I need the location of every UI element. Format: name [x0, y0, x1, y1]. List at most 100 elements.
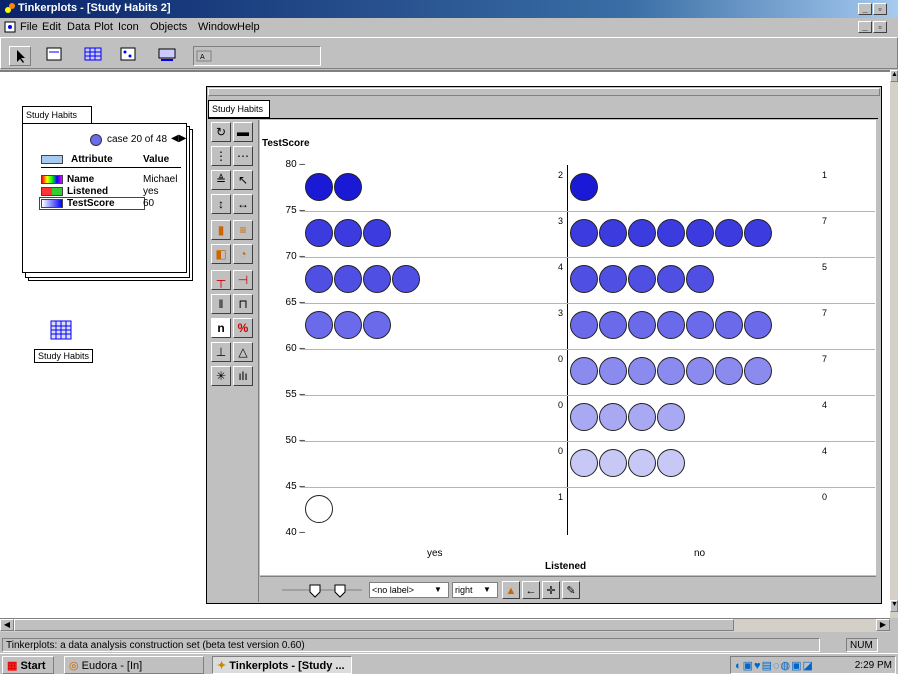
count-toggle[interactable]: n [211, 318, 231, 338]
stack-vertical-icon[interactable]: ⋮ [211, 146, 231, 166]
scroll-right-arrow[interactable]: ▶ [876, 619, 890, 631]
bar-chart-vertical-icon[interactable]: ▮ [211, 220, 231, 240]
crosshair-icon[interactable]: ✛ [542, 581, 560, 599]
box-plot-icon[interactable]: ılı [233, 366, 253, 386]
percent-toggle[interactable]: % [233, 318, 253, 338]
slider-icon [158, 48, 176, 61]
value-bar-horizontal-icon[interactable]: ⊣ [233, 270, 253, 290]
table-icon-label[interactable]: Study Habits [34, 349, 94, 363]
pencil-icon[interactable]: ✎ [562, 581, 580, 599]
taskbar: ▦ Start ◎ Eudora - [In] ✦ Tinkerplots - … [0, 653, 898, 674]
menu-file[interactable]: File [20, 21, 38, 33]
restore-button[interactable]: ▫ [873, 3, 887, 15]
horizontal-scroll-thumb[interactable] [14, 619, 734, 631]
plot-area[interactable] [260, 120, 876, 575]
task-tinkerplots-label: Tinkerplots - [Study ... [229, 660, 345, 672]
document-icon[interactable] [4, 21, 16, 33]
tray-icons[interactable]: ◐▣♥▤◌◍▣◪ [735, 660, 814, 672]
menu-objects[interactable]: Objects [150, 21, 187, 33]
value-name[interactable]: Michael [143, 174, 177, 185]
reference-line-icon[interactable]: ⊓ [233, 294, 253, 314]
attr-testscore[interactable]: TestScore [67, 198, 115, 209]
plot-tool-palette: ↻ ▬ ⋮ ⋯ ≜ ↖ ↕ ↔ ▮ ≡ ◧ ◔ ┬ ⊣ ‖ ⊓ n % ⊥ △ … [209, 120, 259, 602]
new-card-button[interactable] [41, 46, 71, 66]
start-button[interactable]: ▦ Start [2, 656, 54, 674]
data-table-icon[interactable] [50, 320, 72, 340]
dividers-icon[interactable]: ‖ [211, 294, 231, 314]
mix-up-icon[interactable]: ↻ [211, 122, 231, 142]
menu-edit[interactable]: Edit [42, 21, 61, 33]
arrow-left-icon[interactable]: ← [522, 581, 540, 599]
scroll-down-arrow[interactable]: ▼ [890, 600, 898, 612]
stack-up-icon[interactable]: ≜ [211, 170, 231, 190]
num-lock-indicator: NUM [846, 638, 878, 652]
plot-bottom-bar: <no label> ▼ right ▼ ▲ ← ✛ ✎ [260, 576, 876, 602]
value-bar-vertical-icon[interactable]: ┬ [211, 270, 231, 290]
menu-window[interactable]: Window [198, 21, 237, 33]
x-category-no: no [694, 548, 706, 559]
scroll-up-arrow[interactable]: ▲ [890, 70, 898, 82]
hat-plot-icon[interactable]: ✳ [211, 366, 231, 386]
system-tray: ◐▣♥▤◌◍▣◪ 2:29 PM [730, 656, 896, 674]
attr-listened[interactable]: Listened [67, 186, 108, 197]
col-value: Value [143, 154, 170, 165]
horizontal-scrollbar[interactable]: ◀ ▶ [0, 618, 890, 632]
card-icon [46, 47, 62, 61]
attr-name[interactable]: Name [67, 174, 94, 185]
icon-size-slider[interactable] [280, 582, 365, 598]
order-vertical-icon[interactable]: ↕ [211, 194, 231, 214]
new-plot-button[interactable] [115, 46, 145, 66]
y-axis-label[interactable]: TestScore [262, 138, 310, 149]
title-bar: Tinkerplots - [Study Habits 2] _ ▫ [0, 0, 898, 18]
case-card: case 20 of 48 ◀▶ Attribute Value Name Mi… [22, 123, 187, 273]
chevron-down-icon: ▼ [483, 585, 491, 594]
plot-window-tab[interactable]: Study Habits [208, 100, 270, 118]
tinkerplots-app-icon[interactable] [3, 2, 16, 15]
menu-data[interactable]: Data [67, 21, 90, 33]
case-label: case 20 of 48 [107, 134, 168, 145]
fuse-rectangular-icon[interactable]: ◧ [211, 244, 231, 264]
taskbar-eudora[interactable]: ◎ Eudora - [In] [64, 656, 204, 674]
pointer-icon [17, 50, 25, 63]
average-icon[interactable]: ⊥ [211, 342, 231, 362]
pointer-tool-button[interactable] [9, 46, 31, 66]
value-listened[interactable]: yes [143, 186, 159, 197]
menu-icon[interactable]: Icon [118, 21, 139, 33]
chevron-down-icon: ▼ [434, 585, 442, 594]
separate-bar-icon[interactable]: ▬ [233, 122, 253, 142]
start-label: Start [20, 660, 46, 672]
label-select[interactable]: <no label> ▼ [369, 582, 449, 598]
scroll-left-arrow[interactable]: ◀ [0, 619, 14, 631]
bar-chart-horizontal-icon[interactable]: ≡ [233, 220, 253, 240]
x-category-yes: yes [427, 548, 443, 559]
case-color-dot [90, 134, 102, 146]
listened-attribute-color [41, 187, 63, 196]
doc-minimize-button[interactable]: _ [858, 21, 872, 33]
cursor-select-icon[interactable]: ↖ [233, 170, 253, 190]
position-select[interactable]: right ▼ [452, 582, 498, 598]
order-horizontal-icon[interactable]: ↔ [233, 194, 253, 214]
position-select-value: right [455, 585, 473, 595]
plot-window-titlebar[interactable] [208, 88, 880, 96]
stack-ordering-icon[interactable]: ▲ [502, 581, 520, 599]
clock: 2:29 PM [854, 660, 892, 671]
new-slider-button[interactable] [153, 46, 183, 66]
x-axis-label[interactable]: Listened [545, 561, 586, 572]
minimize-button[interactable]: _ [858, 3, 872, 15]
taskbar-tinkerplots[interactable]: ✦ Tinkerplots - [Study ... [212, 656, 352, 674]
stack-horizontal-icon[interactable]: ⋯ [233, 146, 253, 166]
value-testscore[interactable]: 60 [143, 198, 154, 209]
menu-plot[interactable]: Plot [94, 21, 113, 33]
task-eudora-label: Eudora - [In] [81, 660, 143, 672]
case-prev-next-arrows[interactable]: ◀▶ [171, 133, 186, 144]
doc-restore-button[interactable]: ▫ [873, 21, 887, 33]
median-icon[interactable]: △ [233, 342, 253, 362]
menu-bar: File Edit Data Plot Icon Objects Window … [0, 18, 898, 36]
card-window-tab[interactable]: Study Habits [22, 106, 92, 124]
fuse-circular-icon[interactable]: ◔ [233, 244, 253, 264]
name-attribute-color [41, 175, 63, 184]
text-tool-button[interactable]: A [193, 46, 321, 66]
new-table-button[interactable] [79, 46, 109, 66]
vertical-scrollbar[interactable]: ▲ ▼ [890, 70, 898, 618]
menu-help[interactable]: Help [237, 21, 260, 33]
